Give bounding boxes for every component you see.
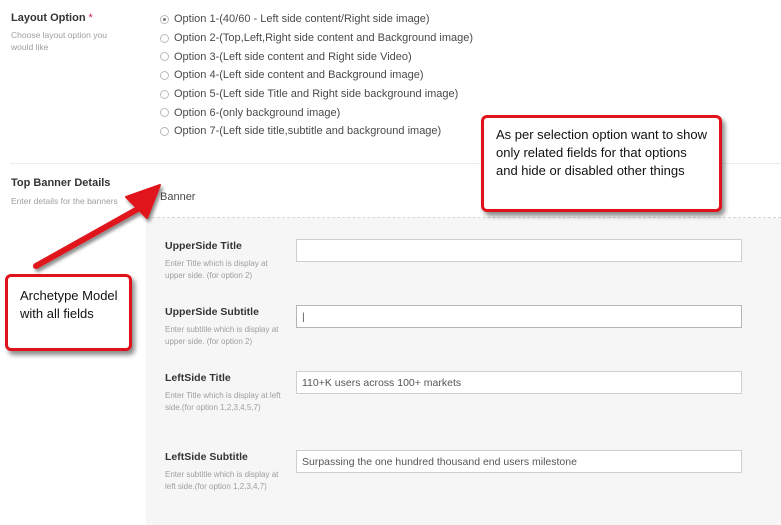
- arrow-shaft: [33, 202, 148, 269]
- annotation-arrow: [33, 184, 161, 269]
- annotation-callout-left: Archetype Model with all fields: [5, 274, 132, 351]
- annotation-callout-right: As per selection option want to show onl…: [481, 115, 722, 212]
